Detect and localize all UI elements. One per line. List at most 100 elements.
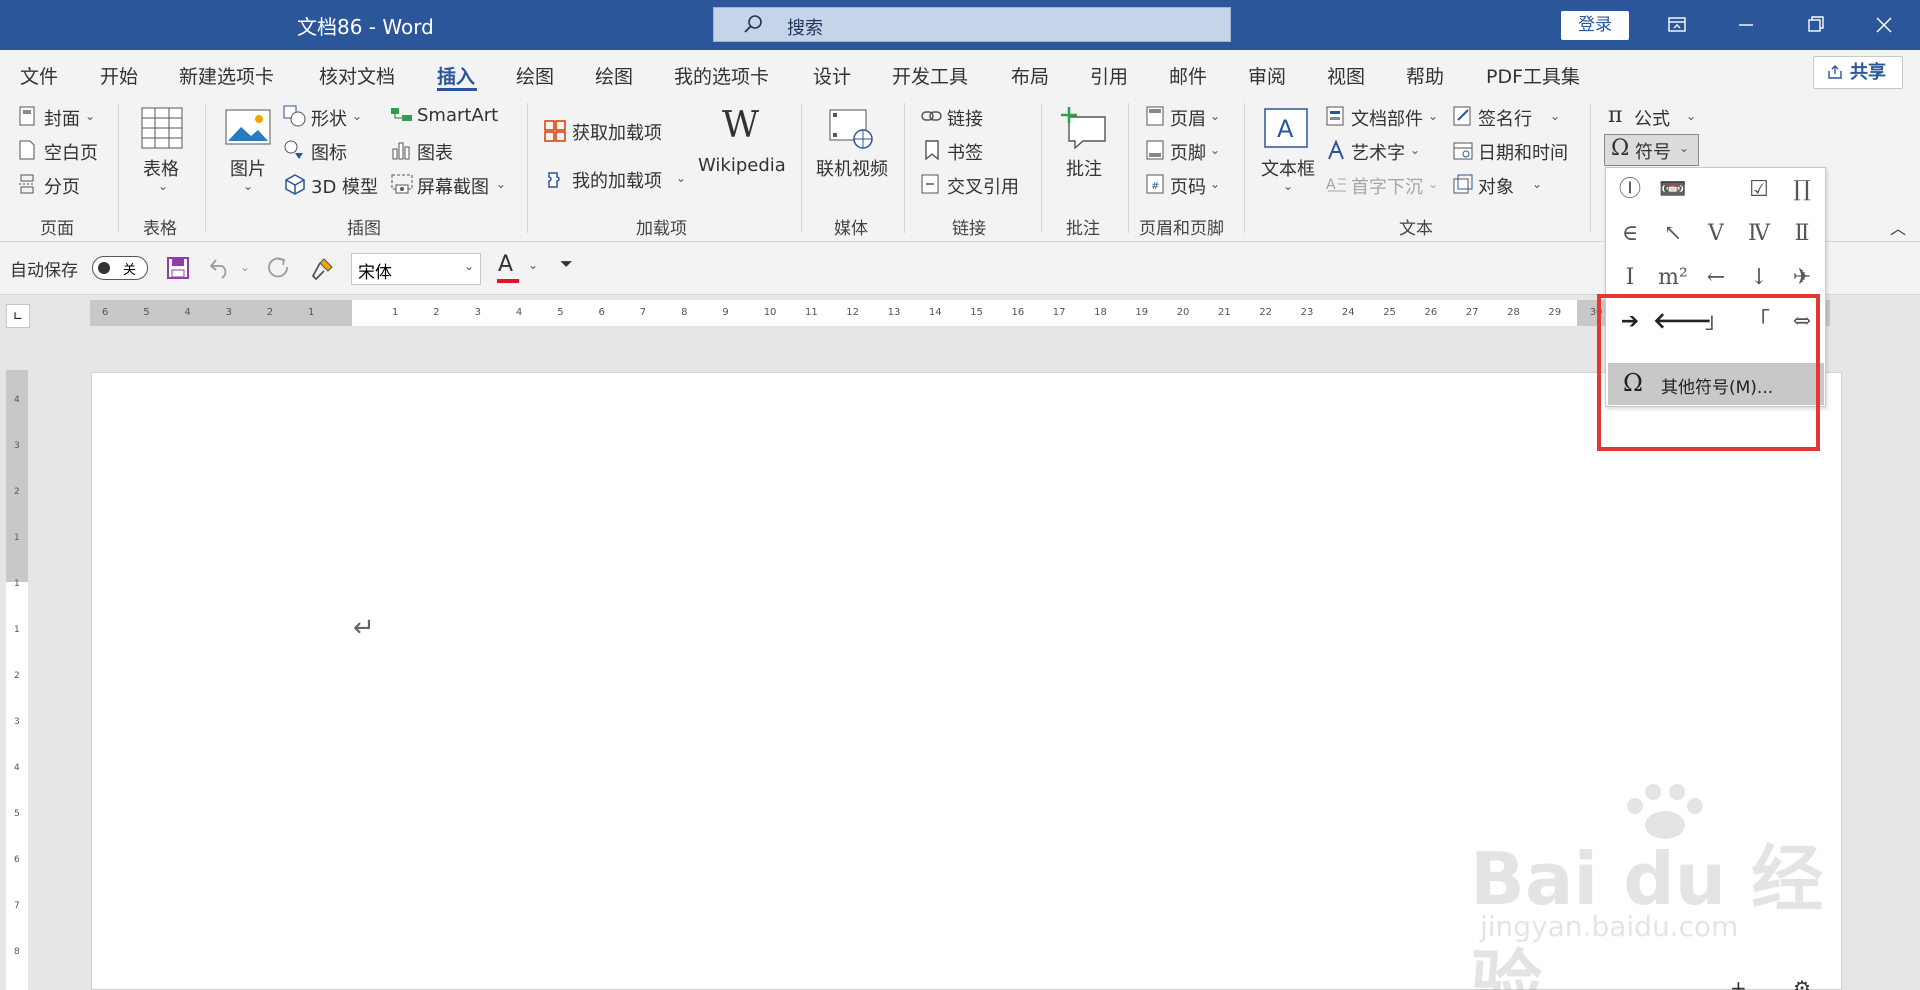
tab-selector-icon[interactable]: ∟ [6,304,30,328]
save-icon[interactable] [166,256,190,280]
group-divider [205,103,206,233]
tab-draw-1[interactable]: 绘图 [516,62,554,89]
autosave-toggle[interactable]: 关 [92,256,148,280]
symbol-cell[interactable]: ☑ [1739,172,1779,208]
symbol-cell[interactable] [1696,172,1736,208]
font-color-icon[interactable]: A [498,252,513,277]
header-button[interactable]: 页眉 [1170,105,1206,131]
shapes-button[interactable]: 形状 [311,105,347,131]
ruler-number: 28 [1507,307,1520,318]
link-button[interactable]: 链接 [947,105,983,131]
page-number-icon: # [1146,174,1164,194]
restore-button[interactable] [1792,8,1838,42]
redo-icon[interactable] [265,255,291,281]
bookmark-button[interactable]: 书签 [947,139,983,165]
ruler-number: 4 [184,307,191,318]
tab-review[interactable]: 审阅 [1248,62,1286,89]
zoom-in-icon[interactable]: + [1730,976,1747,990]
cover-page-button[interactable]: 封面 [44,105,80,131]
font-name-select[interactable]: 宋体 ⌄ [351,253,481,285]
ruler-number: 4 [515,307,523,318]
symbol-cell[interactable]: Ⅱ [1782,216,1822,252]
tab-review-doc[interactable]: 核对文档 [319,62,395,89]
wordart-button[interactable]: 艺术字 [1351,139,1405,165]
tab-insert[interactable]: 插入 [437,62,475,89]
page-break-button[interactable]: 分页 [44,173,80,199]
chevron-down-icon: ⌄ [158,179,169,193]
login-button[interactable]: 登录 [1561,11,1629,40]
tab-new[interactable]: 新建选项卡 [179,62,274,89]
tab-draw-2[interactable]: 绘图 [595,62,633,89]
ruler-number: 4 [14,763,20,773]
smartart-button[interactable]: SmartArt [417,105,498,126]
symbol-cell[interactable]: Ⅰ [1610,260,1650,296]
text-box-button[interactable]: 文本框 [1261,155,1315,181]
chart-button[interactable]: 图表 [417,139,453,165]
symbol-cell[interactable]: Ⅴ [1696,216,1736,252]
undo-icon[interactable] [208,256,236,280]
chevron-down-icon: ⌄ [1428,177,1439,191]
settings-icon[interactable]: ⚙ [1793,976,1811,990]
tab-layout[interactable]: 布局 [1011,62,1049,89]
symbol-cell[interactable]: m² [1653,260,1693,296]
3d-model-button[interactable]: 3D 模型 [311,173,378,199]
tab-help[interactable]: 帮助 [1406,62,1444,89]
watermark-brand: Bai du 经验 [1470,837,1824,990]
blank-page-button[interactable]: 空白页 [44,139,98,165]
icons-button[interactable]: 图标 [311,139,347,165]
tab-my-tab[interactable]: 我的选项卡 [674,62,769,89]
close-icon [1876,17,1892,33]
chevron-down-icon: ⌄ [85,109,96,123]
format-painter-icon[interactable] [310,256,336,282]
ribbon-display-button[interactable] [1654,8,1700,42]
vertical-ruler[interactable]: 4 3 2 1 1 1 2 3 4 5 6 7 8 [6,370,28,990]
search-box[interactable]: 搜索 [713,7,1231,42]
symbol-cell[interactable]: ↖ [1653,216,1693,252]
tab-mailings[interactable]: 邮件 [1169,62,1207,89]
horizontal-ruler[interactable]: 6 5 4 3 2 1 1 2 3 4 5 6 7 8 9 10 11 12 13 14 15 16 17 18 19 20 21 2… [90,300,1830,326]
screenshot-button[interactable]: 屏幕截图 [417,173,489,199]
close-button[interactable] [1861,8,1907,42]
footer-button[interactable]: 页脚 [1170,139,1206,165]
tab-design[interactable]: 设计 [813,62,851,89]
table-button[interactable]: 表格 [143,155,179,181]
symbol-cell[interactable]: 📼 [1653,172,1693,208]
share-button[interactable]: 共享 [1813,56,1903,89]
symbol-cell[interactable]: ← [1696,260,1736,296]
my-addins-button[interactable]: 我的加载项 [572,167,662,193]
tab-file[interactable]: 文件 [20,62,58,89]
signature-line-button[interactable]: 签名行 [1478,105,1532,131]
tab-developer[interactable]: 开发工具 [892,62,968,89]
wikipedia-button[interactable]: Wikipedia [698,155,786,176]
symbol-cell[interactable]: ∏ [1782,172,1822,208]
symbol-cell[interactable]: ↓ [1739,260,1779,296]
ruler-number: 5 [14,809,20,819]
ruler-number: 1 [14,579,20,589]
get-addins-button[interactable]: 获取加载项 [572,119,662,145]
ruler-number: 9 [722,307,729,318]
ruler-number: 15 [970,307,983,318]
online-video-button[interactable]: 联机视频 [816,155,888,181]
symbol-cell[interactable]: ∈ [1610,216,1650,252]
minimize-button[interactable] [1723,8,1769,42]
equation-button[interactable]: 公式 [1634,105,1670,131]
date-time-button[interactable]: 日期和时间 [1478,139,1568,165]
symbol-button[interactable]: Ω 符号 ⌄ [1604,134,1699,166]
online-video-icon [829,109,873,149]
page-number-button[interactable]: 页码 [1170,173,1206,199]
tab-pdf-tools[interactable]: PDF工具集 [1486,62,1580,89]
object-button[interactable]: 对象 [1478,173,1514,199]
cross-reference-button[interactable]: 交叉引用 [947,173,1019,199]
picture-button[interactable]: 图片 [230,155,266,181]
quick-parts-button[interactable]: 文档部件 [1351,105,1423,131]
tab-view[interactable]: 视图 [1327,62,1365,89]
symbol-cell[interactable]: Ⓘ [1610,172,1650,208]
tab-home[interactable]: 开始 [100,62,138,89]
symbol-cell[interactable]: Ⅳ [1739,216,1779,252]
comment-button[interactable]: 批注 [1066,155,1102,181]
tab-references[interactable]: 引用 [1090,62,1128,89]
collapse-ribbon-icon[interactable]: ︿ [1890,215,1906,239]
customize-qat-icon[interactable]: ⏷ [560,254,573,274]
symbol-cell[interactable]: ✈ [1782,260,1822,296]
group-divider [904,103,905,233]
